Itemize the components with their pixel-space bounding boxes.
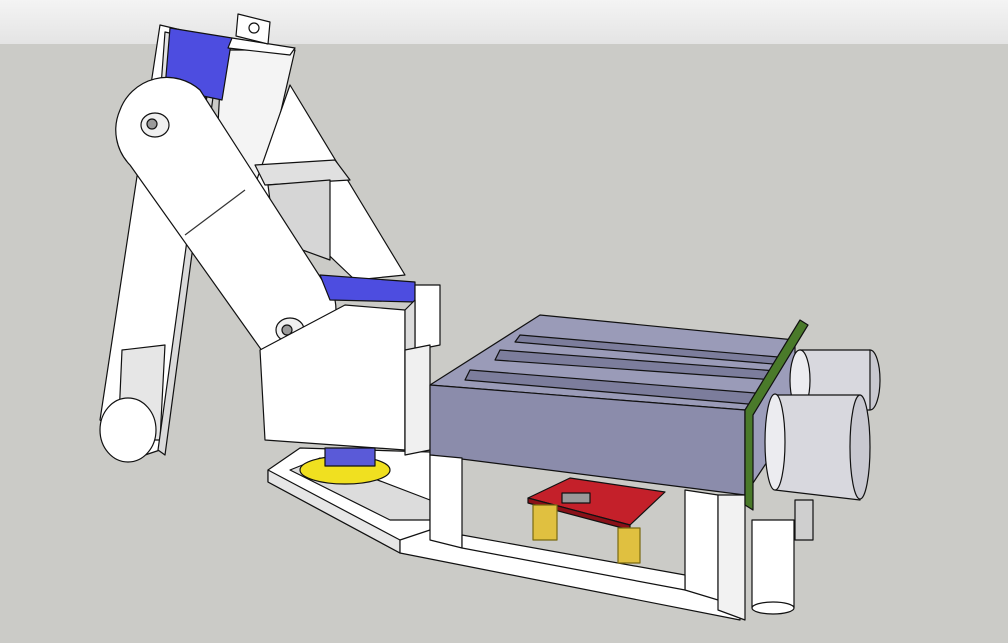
sky	[0, 0, 1008, 44]
upper-joint-screw	[146, 118, 158, 130]
3d-model-viewport[interactable]	[0, 0, 1008, 643]
header-pins-left	[532, 504, 558, 541]
sensor-transducer-bottom	[849, 394, 871, 500]
bracket-hole	[248, 22, 260, 34]
model-canvas[interactable]	[0, 0, 1008, 643]
base-servo-hub	[324, 447, 376, 467]
usb-connector	[561, 492, 591, 504]
header-pins-right	[617, 527, 641, 564]
